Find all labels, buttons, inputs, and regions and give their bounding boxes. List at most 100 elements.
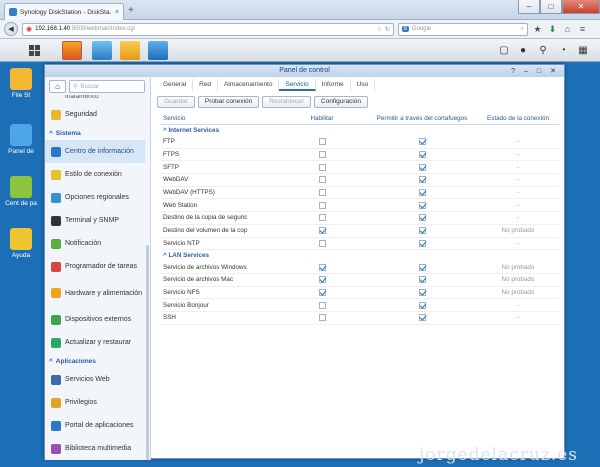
sidebar-item[interactable]: Programador de tareas: [45, 255, 145, 278]
configuration-button[interactable]: Configuración: [313, 96, 368, 108]
window-titlebar[interactable]: Panel de control ? – □ ✕: [45, 65, 564, 77]
file-station-icon[interactable]: [120, 41, 140, 60]
minimize-icon[interactable]: –: [518, 0, 540, 14]
enable-checkbox[interactable]: [318, 214, 326, 222]
table-row[interactable]: Destino de la copia de seguric -: [161, 212, 559, 225]
firewall-checkbox[interactable]: [418, 276, 426, 284]
desktop-icon-help[interactable]: Ayuda: [0, 228, 42, 259]
group-header[interactable]: ^ LAN Services: [161, 250, 559, 261]
active-window-icon[interactable]: [148, 41, 168, 60]
enable-checkbox[interactable]: [318, 263, 326, 271]
sidebar-item[interactable]: Hardware y alimentación: [45, 278, 145, 308]
sidebar-item[interactable]: Estilo de conexión: [45, 163, 145, 186]
tab[interactable]: Red: [193, 79, 219, 91]
enable-checkbox[interactable]: [318, 239, 326, 247]
search-magnifier-icon[interactable]: ⌕: [521, 26, 524, 33]
enable-checkbox[interactable]: [318, 227, 326, 235]
table-row[interactable]: Servicio NFS No probado: [161, 287, 559, 300]
firewall-checkbox[interactable]: [418, 138, 426, 146]
back-arrow-icon[interactable]: ◀: [4, 22, 18, 36]
maximize-icon[interactable]: □: [540, 0, 562, 14]
firewall-checkbox[interactable]: [418, 301, 426, 309]
test-connection-button[interactable]: Probar conexión: [197, 96, 260, 108]
chat-icon[interactable]: ▢: [498, 44, 510, 56]
user-icon[interactable]: ●: [517, 44, 529, 56]
search-box[interactable]: 8 Google ⌕: [398, 22, 528, 36]
table-row[interactable]: Servicio NTP -: [161, 238, 559, 251]
package-center-icon[interactable]: [62, 41, 82, 60]
enable-checkbox[interactable]: [318, 301, 326, 309]
firewall-checkbox[interactable]: [418, 189, 426, 197]
tab[interactable]: General: [157, 79, 194, 91]
firewall-checkbox[interactable]: [418, 214, 426, 222]
enable-checkbox[interactable]: [318, 189, 326, 197]
reset-button[interactable]: Restablecer: [262, 96, 311, 108]
desktop-icon-control-panel[interactable]: Panel de: [0, 124, 42, 155]
tab[interactable]: Uso: [351, 79, 376, 91]
save-button[interactable]: Guardar: [157, 96, 195, 108]
firewall-checkbox[interactable]: [418, 163, 426, 171]
reload-icon[interactable]: ↻: [385, 26, 390, 33]
control-panel-icon[interactable]: [92, 41, 112, 60]
dashboard-icon[interactable]: ◔: [557, 44, 569, 56]
enable-checkbox[interactable]: [318, 151, 326, 159]
sidebar-search-input[interactable]: ⚲ Buscar: [69, 80, 145, 93]
search-icon[interactable]: ⚲: [537, 44, 549, 56]
bookmarks-icon[interactable]: ★: [532, 24, 543, 35]
table-row[interactable]: SSH -: [161, 312, 559, 325]
home-icon[interactable]: ⌂: [49, 80, 66, 93]
table-row[interactable]: Servicio de archivos Windows No probado: [161, 261, 559, 274]
table-row[interactable]: Servicio de archivos Mac No probado: [161, 274, 559, 287]
browser-tab[interactable]: Synology DiskStation - DiskSta... ×: [4, 3, 124, 20]
sidebar-scrollbar[interactable]: [146, 245, 149, 460]
enable-checkbox[interactable]: [318, 276, 326, 284]
tab[interactable]: Servicio: [279, 79, 316, 91]
bookmark-star-icon[interactable]: ☆: [377, 26, 382, 33]
tab[interactable]: Almacenamiento: [218, 79, 280, 91]
enable-checkbox[interactable]: [318, 176, 326, 184]
menu-icon[interactable]: ≡: [577, 24, 588, 35]
enable-checkbox[interactable]: [318, 314, 326, 322]
sidebar-item[interactable]: Centro de información: [45, 140, 145, 163]
sidebar-item[interactable]: Actualizar y restaurar: [45, 331, 145, 354]
sidebar-section[interactable]: ^ Aplicaciones: [45, 354, 145, 368]
table-row[interactable]: Web Station -: [161, 199, 559, 213]
sidebar-item[interactable]: Dispositivos externos: [45, 308, 145, 331]
enable-checkbox[interactable]: [318, 201, 326, 209]
options-icon[interactable]: ▦: [577, 44, 589, 56]
desktop-icon-file-station[interactable]: File St: [0, 68, 42, 99]
desktop-icon-package-center[interactable]: Cent de pa: [0, 176, 42, 207]
table-row[interactable]: SFTP -: [161, 161, 559, 175]
sidebar-item[interactable]: Terminal y SNMP: [45, 209, 145, 232]
firewall-checkbox[interactable]: [418, 263, 426, 271]
enable-checkbox[interactable]: [318, 138, 326, 146]
main-menu-grid-icon[interactable]: [26, 41, 42, 60]
table-row[interactable]: FTPS -: [161, 149, 559, 162]
firewall-checkbox[interactable]: [418, 239, 426, 247]
tab[interactable]: Informe: [316, 79, 351, 91]
site-identity-icon[interactable]: ◉: [26, 25, 32, 33]
close-tab-icon[interactable]: ×: [115, 9, 119, 16]
group-header[interactable]: ^ Internet Services: [161, 125, 559, 136]
enable-checkbox[interactable]: [318, 288, 326, 296]
download-icon[interactable]: ⬇: [547, 24, 558, 35]
sidebar-item[interactable]: Seguridad: [45, 103, 145, 126]
table-row[interactable]: Servicio Bonjour -: [161, 299, 559, 312]
url-bar[interactable]: ◉ 192.168.1.40:5000/webman/index.cgi ☆ ↻: [22, 22, 394, 36]
sidebar-item[interactable]: Opciones regionales: [45, 186, 145, 209]
firewall-checkbox[interactable]: [418, 288, 426, 296]
firewall-checkbox[interactable]: [418, 201, 426, 209]
home-icon[interactable]: ⌂: [562, 24, 573, 35]
enable-checkbox[interactable]: [318, 163, 326, 171]
new-tab-icon[interactable]: +: [128, 5, 134, 16]
sidebar-item[interactable]: Notificación: [45, 232, 145, 255]
sidebar-item[interactable]: Portal de aplicaciones: [45, 414, 145, 437]
close-window-icon[interactable]: ✕: [562, 0, 600, 14]
firewall-checkbox[interactable]: [418, 314, 426, 322]
sidebar-item[interactable]: Biblioteca multimedia: [45, 437, 145, 460]
table-row[interactable]: Destino del volumen de la cop No probado: [161, 225, 559, 238]
firewall-checkbox[interactable]: [418, 176, 426, 184]
firewall-checkbox[interactable]: [418, 151, 426, 159]
sidebar-item[interactable]: Servicios Web: [45, 368, 145, 391]
table-row[interactable]: FTP -: [161, 136, 559, 149]
